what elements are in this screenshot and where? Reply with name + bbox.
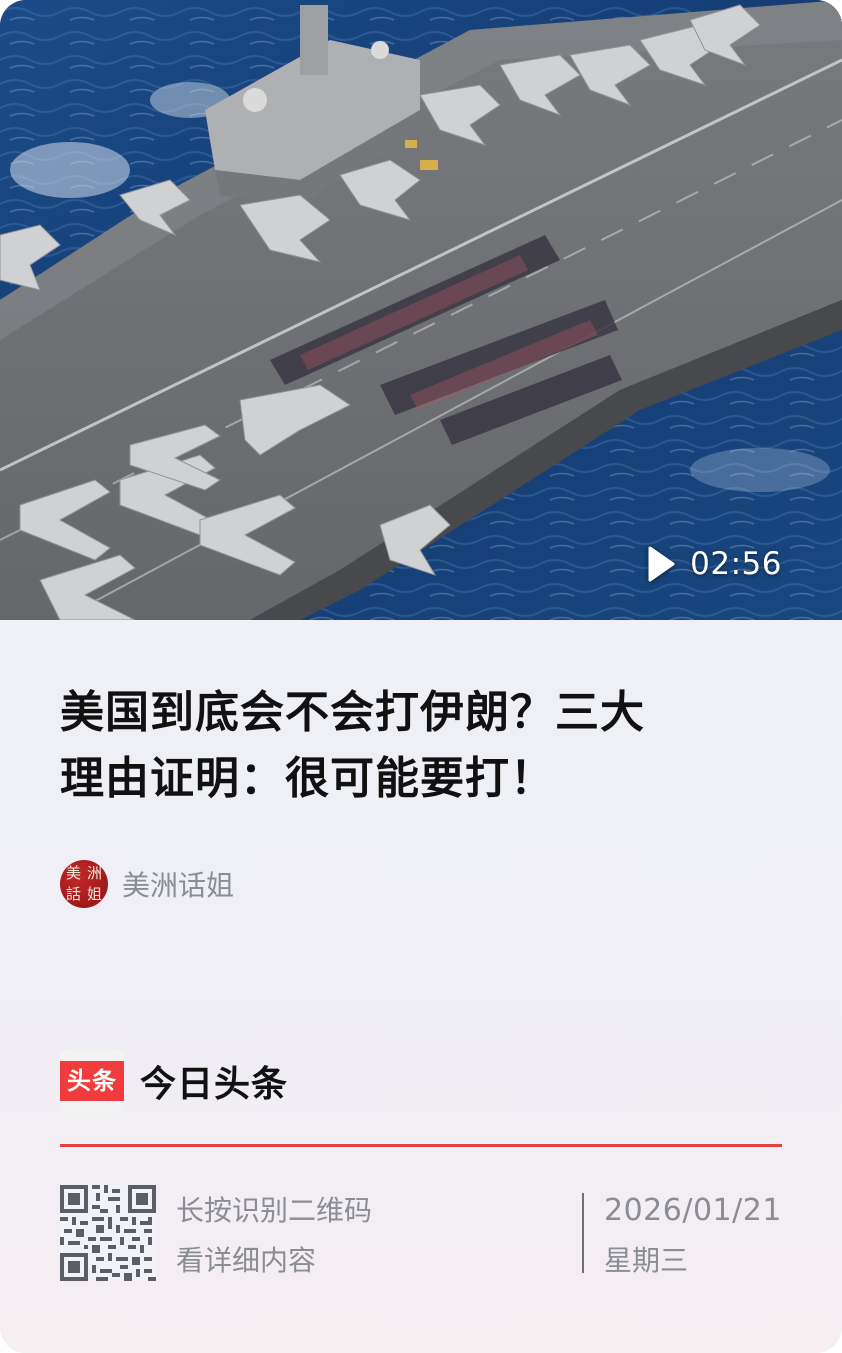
brand-name: 今日头条 xyxy=(140,1064,289,1105)
avatar-char: 姐 xyxy=(86,885,102,903)
divider xyxy=(60,1144,782,1147)
share-card: 02:56 美国到底会不会打伊朗？三大 理由证明：很可能要打！ 美 洲 話 姐 … xyxy=(0,0,842,1353)
aircraft-carrier-photo xyxy=(0,0,842,620)
toutiao-logo-icon: 头条 xyxy=(60,1049,124,1113)
avatar-char: 美 xyxy=(65,864,81,882)
qr-code-icon[interactable] xyxy=(60,1185,156,1281)
footer-separator xyxy=(582,1193,584,1273)
duration-label: 02:56 xyxy=(690,546,782,582)
author-row[interactable]: 美 洲 話 姐 美洲话姐 xyxy=(60,860,234,908)
video-thumbnail[interactable]: 02:56 xyxy=(0,0,842,620)
date-text: 2026/01/21 xyxy=(604,1193,782,1228)
brand-logo-text: 头条 xyxy=(60,1061,124,1101)
qr-hint-line-2: 看详细内容 xyxy=(176,1244,317,1277)
avatar-char: 洲 xyxy=(86,864,102,882)
article-title[interactable]: 美国到底会不会打伊朗？三大 理由证明：很可能要打！ xyxy=(60,680,780,812)
weekday-text: 星期三 xyxy=(604,1244,689,1277)
article-title-line-1: 美国到底会不会打伊朗？三大 xyxy=(60,687,645,738)
article-title-line-2: 理由证明：很可能要打！ xyxy=(60,753,555,804)
qr-hint-line-1: 长按识别二维码 xyxy=(176,1194,373,1227)
publish-date: 2026/01/21 星期三 xyxy=(604,1186,782,1286)
video-duration: 02:56 xyxy=(646,544,782,584)
author-name: 美洲话姐 xyxy=(122,869,235,902)
avatar-char: 話 xyxy=(65,885,81,903)
avatar: 美 洲 話 姐 xyxy=(60,860,108,908)
brand-row: 头条 今日头条 xyxy=(60,1049,288,1113)
play-icon[interactable] xyxy=(646,544,676,584)
qr-hint: 长按识别二维码 看详细内容 xyxy=(176,1186,372,1286)
